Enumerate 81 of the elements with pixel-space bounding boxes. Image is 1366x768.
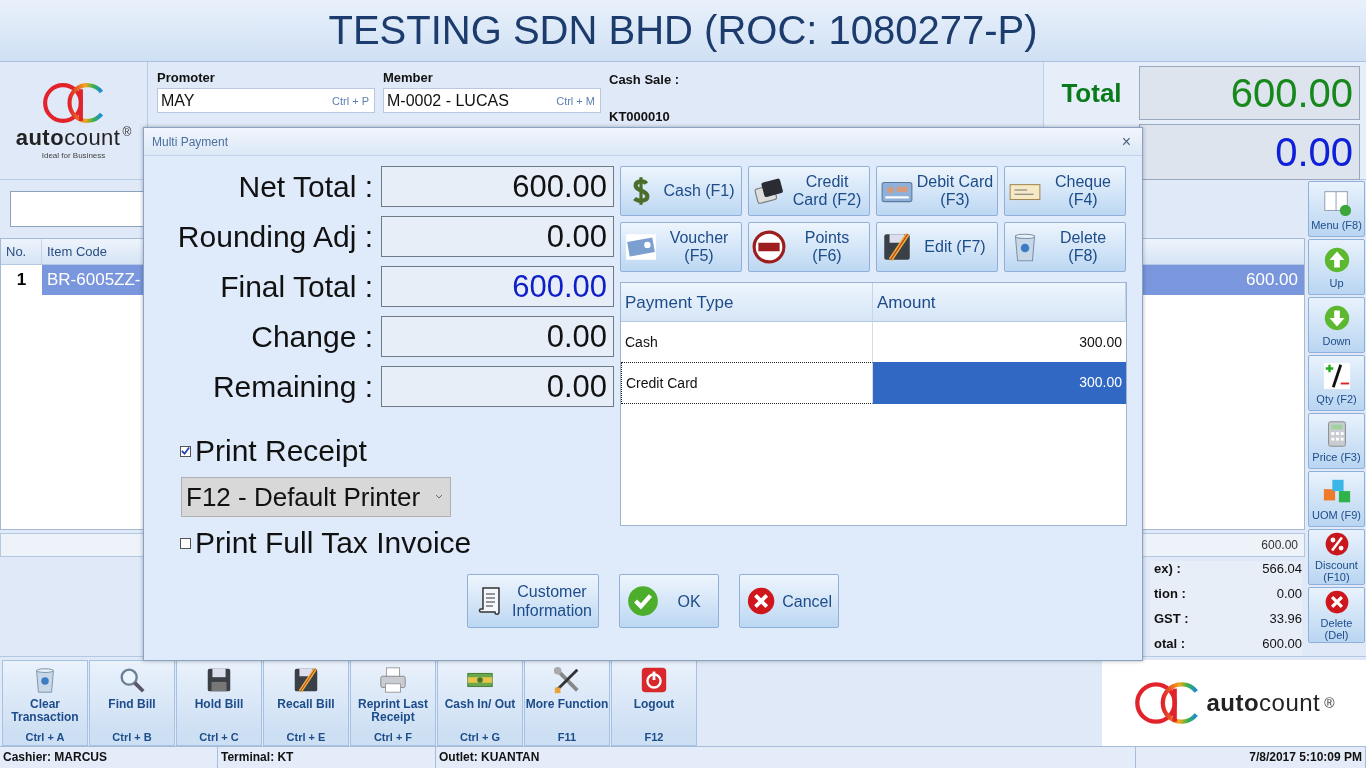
total-label: Total <box>1061 77 1122 109</box>
side-button[interactable]: Qty (F2) <box>1308 355 1365 411</box>
logo-wordmark: autocount <box>1206 689 1321 717</box>
amount-field: 600.00 <box>381 166 614 207</box>
dialog-button[interactable]: Customer Information <box>467 574 599 628</box>
payment-button[interactable]: Edit (F7) <box>876 222 998 272</box>
amount-field: 0.00 <box>381 316 614 357</box>
field-label: Member <box>383 70 434 85</box>
text-field[interactable]: MAY Ctrl + P <box>157 88 375 113</box>
close-button[interactable]: × <box>1118 132 1134 151</box>
summary-label: ex) : <box>1153 561 1182 578</box>
column-header: Payment Type <box>621 283 873 323</box>
field-label: Promoter <box>157 70 216 85</box>
text-field[interactable]: M-0002 - LUCAS Ctrl + M <box>383 88 601 113</box>
check-icon <box>626 584 660 618</box>
side-button[interactable]: Down <box>1308 297 1365 353</box>
payment-button[interactable]: Points (F6) <box>748 222 870 272</box>
dialog-button[interactable]: Cancel <box>739 574 839 628</box>
amount-field: 0.00 <box>381 216 614 257</box>
toolbar-button[interactable]: Logout F12 <box>611 660 697 746</box>
amount-field: 0.00 <box>381 366 614 407</box>
dialog-title: Multi Payment <box>152 134 229 149</box>
amount-label: Rounding Adj : <box>176 219 373 254</box>
outlet-text: Outlet: KUANTAN <box>436 747 1136 768</box>
checkbox-label: Print Receipt <box>195 434 367 468</box>
summary-value: 600.00 <box>1261 636 1302 653</box>
toolbar-button[interactable]: Hold Bill Ctrl + C <box>176 660 262 746</box>
dialog-button[interactable]: OK <box>619 574 719 628</box>
document-number: KT000010 <box>609 109 671 124</box>
terminal-text: Terminal: KT <box>218 747 436 768</box>
payment-button[interactable]: Voucher (F5) <box>620 222 742 272</box>
logo-tagline: Ideal for Business <box>41 151 106 160</box>
balance-amount: 0.00 <box>1139 124 1360 180</box>
table-cell-text: 600.00 <box>1246 270 1299 290</box>
company-title: TESTING SDN BHD (ROC: 1080277-P) <box>328 8 1038 53</box>
table-cell[interactable]: 300.00 <box>873 362 1126 404</box>
amount-label: Change : <box>250 319 373 354</box>
toolbar-button[interactable]: Reprint Last Receipt Ctrl + F <box>350 660 436 746</box>
side-button[interactable]: Menu (F8) <box>1308 181 1365 237</box>
toolbar-button[interactable]: Cash In/ Out Ctrl + G <box>437 660 523 746</box>
cashier-text: Cashier: MARCUS <box>0 747 218 768</box>
payment-button[interactable]: Debit Card (F3) <box>876 166 998 216</box>
registered-mark: ® <box>122 125 132 139</box>
side-button[interactable]: UOM (F9) <box>1308 471 1365 527</box>
side-button[interactable]: Price (F3) <box>1308 413 1365 469</box>
amount-label: Remaining : <box>211 369 373 404</box>
column-header: No. <box>1 239 42 264</box>
toolbar-button[interactable]: More Function F11 <box>524 660 610 746</box>
amount-field: 600.00 <box>381 266 614 307</box>
power-icon <box>639 665 669 695</box>
printer-dropdown[interactable]: F12 - Default Printer <box>181 477 451 517</box>
checkbox[interactable] <box>180 537 191 549</box>
payment-button[interactable]: Cheque (F4) <box>1004 166 1126 216</box>
checkbox[interactable] <box>180 445 191 457</box>
toolbar-button[interactable]: Recall Bill Ctrl + E <box>263 660 349 746</box>
logo-wordmark: autocount <box>15 125 121 151</box>
side-button[interactable]: Up <box>1308 239 1365 295</box>
side-button[interactable]: Discount (F10) <box>1308 529 1365 585</box>
side-button[interactable]: Delete (Del) <box>1308 587 1365 643</box>
cash-sale-label: Cash Sale : <box>609 72 680 87</box>
summary-label: otal : <box>1153 636 1187 653</box>
payment-button[interactable]: Cash (F1) <box>620 166 742 216</box>
amount-label: Net Total : <box>237 169 373 204</box>
payment-button[interactable]: Delete (F8) <box>1004 222 1126 272</box>
datetime-text: 7/8/2017 5:10:09 PM <box>1136 747 1366 768</box>
summary-value: 566.04 <box>1261 561 1302 578</box>
table-cell-text: BR-6005ZZ- <box>46 270 141 290</box>
summary-label: GST : <box>1153 611 1189 628</box>
registered-mark: ® <box>1324 695 1335 711</box>
toolbar-button[interactable]: Clear Transaction Ctrl + A <box>2 660 88 746</box>
printer-icon <box>378 665 408 695</box>
payment-button[interactable]: Credit Card (F2) <box>748 166 870 216</box>
toolbar-button[interactable]: Find Bill Ctrl + B <box>89 660 175 746</box>
total-amount: 600.00 <box>1139 66 1360 120</box>
summary-value: 33.96 <box>1268 611 1302 628</box>
summary-label: tion : <box>1153 586 1187 603</box>
summary-value: 0.00 <box>1275 586 1302 603</box>
caret-icon <box>434 493 444 501</box>
qty-icon <box>1321 361 1352 391</box>
amount-label: Final Total : <box>219 269 373 304</box>
table-cell: 1 <box>1 265 42 295</box>
